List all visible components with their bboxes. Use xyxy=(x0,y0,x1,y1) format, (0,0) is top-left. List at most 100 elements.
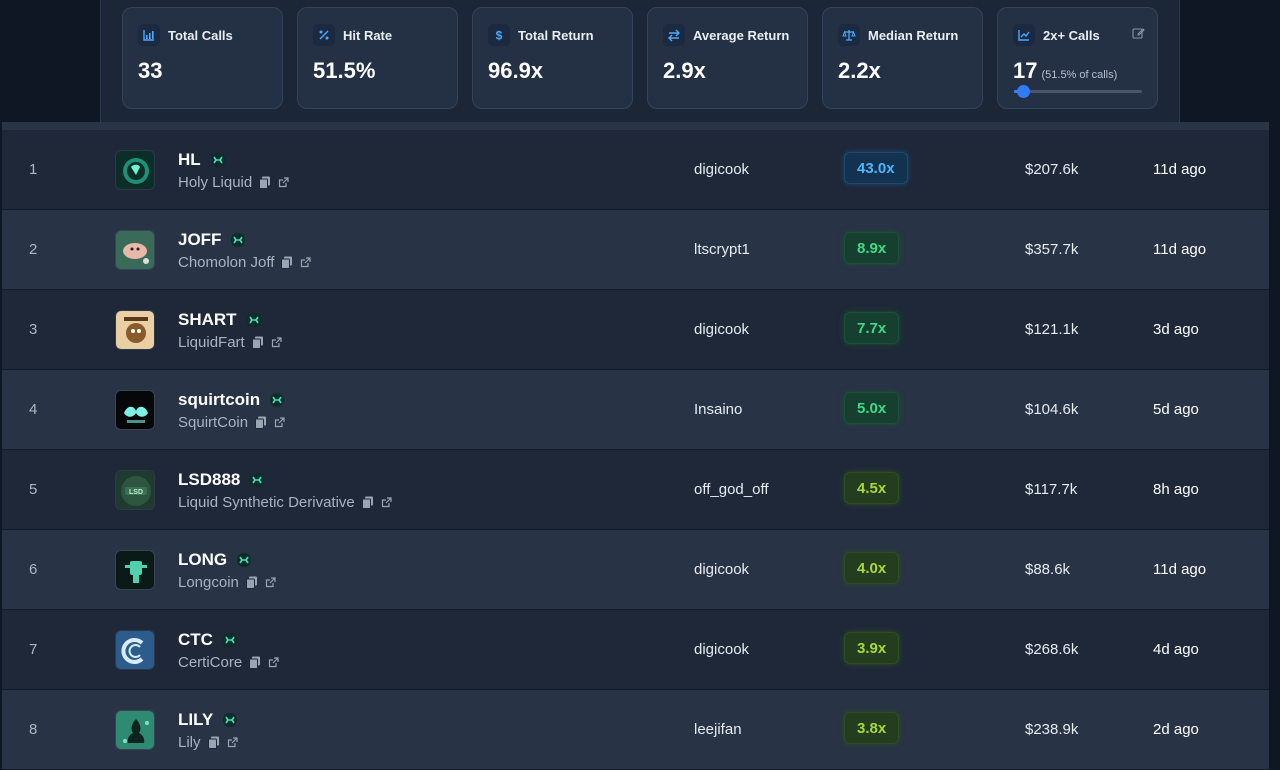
chain-icon xyxy=(222,633,237,647)
stat-card-2x-calls: 2x+ Calls 17 (51.5% of calls) xyxy=(997,7,1158,109)
name-line: Chomolon Joff xyxy=(178,254,312,271)
return-multiplier-badge: 8.9x xyxy=(844,232,900,264)
token-symbol[interactable]: LONG xyxy=(178,550,227,570)
caller-name[interactable]: leejifan xyxy=(694,721,742,738)
stat-card-hit-rate: Hit Rate 51.5% xyxy=(297,7,458,109)
stat-label: Total Return xyxy=(518,27,594,43)
token-name: Longcoin xyxy=(178,574,239,591)
token-symbol[interactable]: CTC xyxy=(178,630,213,650)
token-symbol[interactable]: LILY xyxy=(178,710,213,730)
caller-name[interactable]: digicook xyxy=(694,321,749,338)
percent-icon xyxy=(313,24,335,46)
symbol-line: JOFF xyxy=(178,230,246,250)
symbol-line: LONG xyxy=(178,550,252,570)
market-cap: $104.6k xyxy=(1025,401,1079,418)
caller-name[interactable]: digicook xyxy=(694,561,749,578)
chain-icon xyxy=(210,153,225,167)
caller-name[interactable]: digicook xyxy=(694,161,749,178)
stat-card-total-return: $ Total Return 96.9x xyxy=(472,7,633,109)
external-link-icon[interactable] xyxy=(278,177,289,188)
stat-label: Total Calls xyxy=(168,27,233,43)
external-link-icon[interactable] xyxy=(227,737,238,748)
edit-icon[interactable] xyxy=(1132,27,1145,45)
token-symbol[interactable]: HL xyxy=(178,150,201,170)
row-rank: 8 xyxy=(29,721,38,738)
table-row[interactable]: 6 LONG Longcoin digicook 4.0x $88.6k 11d ago xyxy=(2,530,1269,610)
table-row[interactable]: 5 LSD LSD888 Liquid Synthetic Derivative off… xyxy=(2,450,1269,530)
market-cap: $268.6k xyxy=(1025,641,1079,658)
name-line: LiquidFart xyxy=(178,334,282,351)
table-row[interactable]: 4 squirtcoin SquirtCoin Insaino 5.0x $104.6k 5… xyxy=(2,370,1269,450)
external-link-icon[interactable] xyxy=(300,257,312,268)
chain-icon xyxy=(270,393,285,407)
token-avatar xyxy=(115,630,155,670)
token-name: Liquid Synthetic Derivative xyxy=(178,494,355,511)
stat-label: Hit Rate xyxy=(343,27,393,43)
call-time: 5d ago xyxy=(1153,401,1199,418)
token-symbol[interactable]: JOFF xyxy=(178,230,221,250)
copy-icon[interactable] xyxy=(361,496,374,509)
copy-icon[interactable] xyxy=(255,416,267,429)
token-symbol[interactable]: squirtcoin xyxy=(178,390,260,410)
symbol-line: squirtcoin xyxy=(178,390,285,410)
return-multiplier-badge: 5.0x xyxy=(844,392,900,424)
token-avatar xyxy=(115,310,155,350)
name-line: Liquid Synthetic Derivative xyxy=(178,494,392,511)
copy-icon[interactable] xyxy=(259,176,271,189)
row-rank: 3 xyxy=(29,321,38,338)
copy-icon[interactable] xyxy=(281,256,293,269)
caller-name[interactable]: Insaino xyxy=(694,401,742,418)
copy-icon[interactable] xyxy=(251,336,264,349)
external-link-icon[interactable] xyxy=(271,337,282,348)
stat-value: 2.9x xyxy=(663,58,706,83)
row-rank: 4 xyxy=(29,401,38,418)
token-name: Chomolon Joff xyxy=(178,254,275,271)
return-multiplier-badge: 7.7x xyxy=(844,312,900,344)
calls-table: 1 HL Holy Liquid digicook 43.0x $207.6k 11d ag… xyxy=(2,122,1269,770)
token-avatar xyxy=(115,550,155,590)
token-name: Holy Liquid xyxy=(178,174,253,191)
token-symbol[interactable]: LSD888 xyxy=(178,470,240,490)
external-link-icon[interactable] xyxy=(274,417,285,428)
market-cap: $207.6k xyxy=(1025,161,1079,178)
caller-name[interactable]: ltscrypt1 xyxy=(694,241,750,258)
token-name: CertiCore xyxy=(178,654,243,671)
symbol-line: LILY xyxy=(178,710,238,730)
external-link-icon[interactable] xyxy=(265,577,276,588)
table-row[interactable]: 7 CTC CertiCore digicook 3.9x $268.6k 4d ago xyxy=(2,610,1269,690)
copy-icon[interactable] xyxy=(245,576,258,589)
return-multiplier-badge: 3.8x xyxy=(844,712,900,744)
stat-value-number: 17 xyxy=(1013,58,1038,83)
table-row[interactable]: 3 SHART LiquidFart digicook 7.7x $121.1k 3d ag… xyxy=(2,290,1269,370)
copy-icon[interactable] xyxy=(207,736,220,749)
table-row[interactable]: 8 LILY Lily leejifan 3.8x $238.9k 2d ago xyxy=(2,690,1269,770)
market-cap: $117.7k xyxy=(1025,481,1078,498)
market-cap: $238.9k xyxy=(1025,721,1079,738)
name-line: Longcoin xyxy=(178,574,276,591)
svg-text:LSD: LSD xyxy=(129,489,143,496)
external-link-icon[interactable] xyxy=(381,497,392,508)
copy-icon[interactable] xyxy=(249,656,261,669)
call-time: 3d ago xyxy=(1153,321,1199,338)
return-multiplier-badge: 4.5x xyxy=(844,472,900,504)
stat-card-median-return: Median Return 2.2x xyxy=(822,7,983,109)
chain-icon xyxy=(250,473,265,487)
external-link-icon[interactable] xyxy=(268,657,279,668)
token-symbol[interactable]: SHART xyxy=(178,310,237,330)
token-avatar xyxy=(115,150,155,190)
table-row[interactable]: 2 JOFF Chomolon Joff ltscrypt1 8.9x $357.7k 11… xyxy=(2,210,1269,290)
slider-thumb[interactable] xyxy=(1016,85,1030,98)
stat-card-average-return: Average Return 2.9x xyxy=(647,7,808,109)
trend-chart-icon xyxy=(1013,24,1035,46)
symbol-line: CTC xyxy=(178,630,237,650)
row-rank: 6 xyxy=(29,561,38,578)
threshold-slider[interactable] xyxy=(1014,85,1142,98)
stat-subtext: (51.5% of calls) xyxy=(1041,69,1118,81)
chain-icon xyxy=(237,553,252,567)
call-time: 2d ago xyxy=(1153,721,1199,738)
caller-name[interactable]: off_god_off xyxy=(694,481,769,498)
caller-name[interactable]: digicook xyxy=(694,641,749,658)
table-row[interactable]: 1 HL Holy Liquid digicook 43.0x $207.6k 11d ag… xyxy=(2,130,1269,210)
stat-value: 17 (51.5% of calls) xyxy=(1013,58,1117,84)
name-line: CertiCore xyxy=(178,654,279,671)
